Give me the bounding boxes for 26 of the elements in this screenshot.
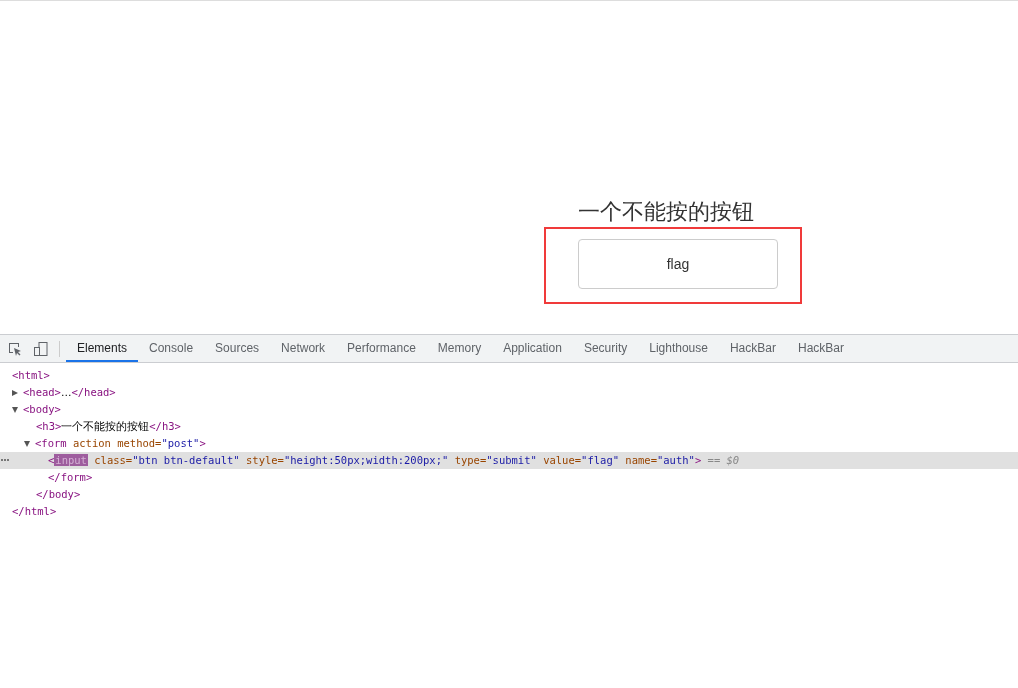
devtools-tab[interactable]: Elements: [66, 335, 139, 362]
devtools-tab[interactable]: Performance: [336, 335, 427, 362]
closing-tag[interactable]: </form>: [48, 469, 93, 486]
devtools-tab[interactable]: Memory: [426, 335, 493, 362]
dom-node[interactable]: <h3>一个不能按的按钮</h3>: [36, 418, 181, 435]
flag-button[interactable]: flag: [578, 239, 778, 289]
dom-node[interactable]: <body>: [23, 401, 61, 418]
devtools-tab[interactable]: HackBar: [718, 335, 787, 362]
devtools-tab[interactable]: HackBar: [786, 335, 855, 362]
devtools-tab[interactable]: Network: [270, 335, 337, 362]
closing-tag[interactable]: </html>: [12, 503, 57, 520]
dom-node[interactable]: <form action method="post">: [35, 435, 206, 452]
device-toolbar-icon[interactable]: [33, 340, 49, 357]
inspect-icon[interactable]: [7, 340, 23, 357]
closing-tag[interactable]: </body>: [36, 486, 81, 503]
devtools-tab[interactable]: Lighthouse: [638, 335, 719, 362]
page-heading: 一个不能按的按钮: [577, 198, 754, 226]
dom-node[interactable]: <head>…</head>: [23, 384, 116, 401]
devtools-tab[interactable]: Security: [572, 335, 639, 362]
devtools-tab[interactable]: Sources: [204, 335, 271, 362]
dom-node[interactable]: <html>: [12, 367, 50, 384]
devtools-tab[interactable]: Application: [492, 335, 573, 362]
devtools-tab[interactable]: Console: [138, 335, 205, 362]
expand-triangle-icon[interactable]: [12, 406, 18, 413]
expand-triangle-icon[interactable]: [12, 389, 18, 396]
expand-triangle-icon[interactable]: [24, 440, 30, 447]
